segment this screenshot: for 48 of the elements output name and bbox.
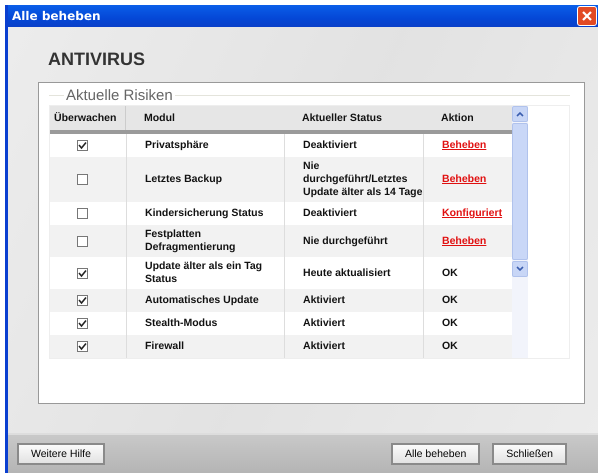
column-header: Aktueller Status [301,112,383,124]
action-link[interactable]: Beheben [442,139,486,152]
action-status: OK [442,294,458,307]
module-name: Festplatten Defragmentierung [145,228,236,254]
module-name: Firewall [145,340,184,353]
action-link[interactable]: Konfiguriert [442,207,502,220]
module-name: Kindersicherung Status [145,207,264,220]
column-header: Modul [143,112,176,124]
status-text: Deaktiviert [303,139,357,152]
chevron-up-icon [516,111,524,117]
module-name: Automatisches Update [145,294,259,307]
action-status: OK [442,340,458,353]
module-name: Letztes Backup [145,173,222,186]
status-text: Aktiviert [303,317,346,330]
scroll-thumb[interactable] [512,123,528,260]
scrollbar[interactable] [512,106,528,358]
status-text: Heute aktualisiert [303,266,391,280]
checkbox[interactable] [76,208,88,219]
checkbox[interactable] [76,268,88,278]
module-name: Update älter als ein Tag Status [145,260,264,286]
action-link[interactable]: Beheben [442,234,486,248]
status-text: Nie durchgeführt/Letztes Update älter als 14 Tage [303,160,423,199]
status-text: Deaktiviert [303,207,357,220]
scroll-down-button[interactable] [512,261,528,277]
chevron-down-icon [516,266,524,272]
checkbox[interactable] [76,295,88,306]
action-status: OK [442,317,458,330]
action-link[interactable]: Beheben [442,173,486,186]
checkbox[interactable] [76,174,88,185]
status-text: Aktiviert [303,294,346,307]
module-name: Stealth-Modus [145,317,218,330]
close-icon [581,10,593,22]
checkbox[interactable] [76,318,88,329]
section-heading: ANTIVIRUS [48,49,146,71]
help-button[interactable]: Weitere Hilfe [17,443,105,465]
status-text: Aktiviert [303,340,346,353]
dialog-button[interactable]: Schließen [492,443,567,465]
scroll-up-button[interactable] [512,106,528,122]
status-text: Nie durchgeführt [303,234,388,248]
dialog-button[interactable]: Alle beheben [390,443,480,465]
checkbox[interactable] [76,236,88,246]
checkbox[interactable] [76,341,88,352]
checkbox[interactable] [76,140,88,151]
close-button[interactable] [577,6,597,26]
action-status: OK [442,266,458,280]
column-header: Aktion [440,112,475,124]
module-name: Privatsphäre [145,139,209,152]
window-title: Alle beheben [12,9,101,23]
